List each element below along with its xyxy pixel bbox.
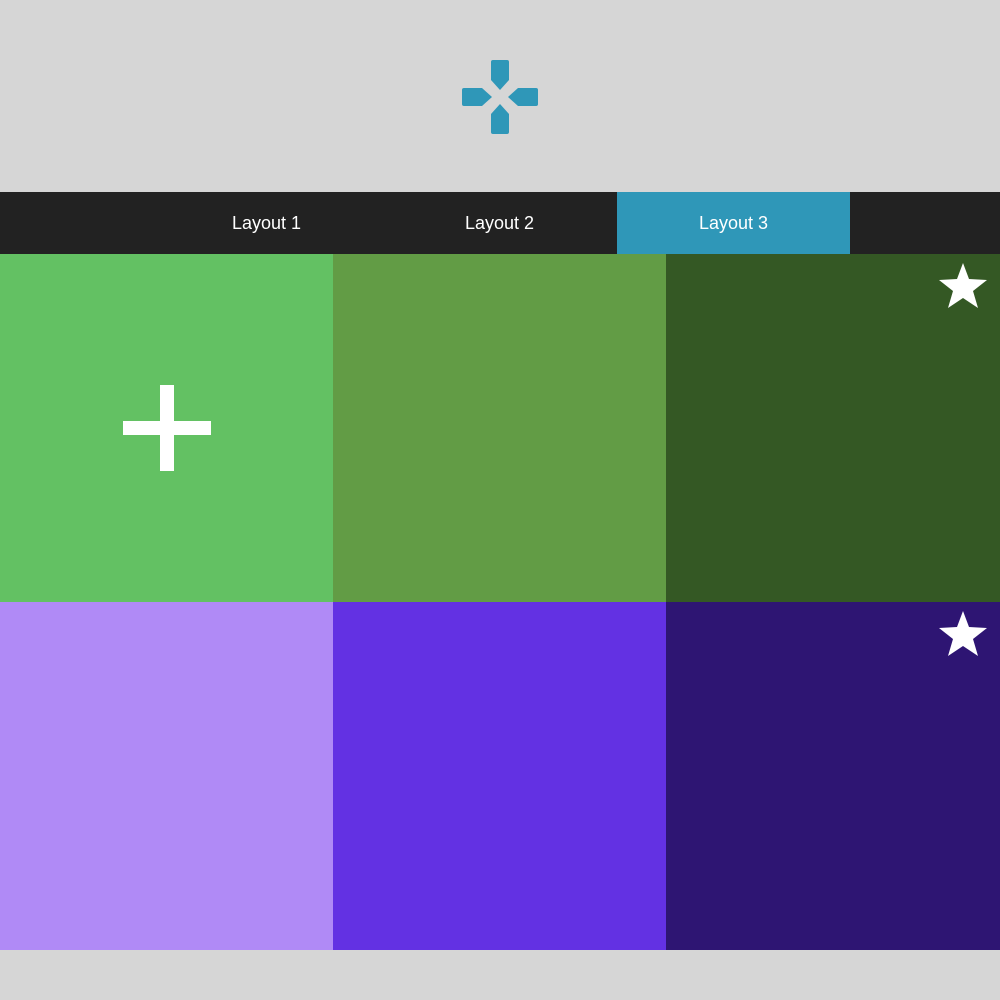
star-icon[interactable] <box>938 610 988 658</box>
tile-2[interactable] <box>333 254 666 602</box>
tile-grid <box>0 254 1000 950</box>
tile-5[interactable] <box>333 602 666 950</box>
tab-layout-1[interactable]: Layout 1 <box>150 192 383 254</box>
tile-6[interactable] <box>666 602 1000 950</box>
tab-layout-2[interactable]: Layout 2 <box>383 192 616 254</box>
tile-4[interactable] <box>0 602 333 950</box>
plus-icon[interactable] <box>123 385 211 471</box>
header <box>0 0 1000 192</box>
tile-3[interactable] <box>666 254 1000 602</box>
gamepad-dpad-icon[interactable] <box>460 58 540 136</box>
star-icon[interactable] <box>938 262 988 310</box>
layout-tabs-bar: Layout 1 Layout 2 Layout 3 <box>0 192 1000 254</box>
tile-1[interactable] <box>0 254 333 602</box>
tab-layout-3[interactable]: Layout 3 <box>617 192 850 254</box>
footer <box>0 950 1000 1000</box>
